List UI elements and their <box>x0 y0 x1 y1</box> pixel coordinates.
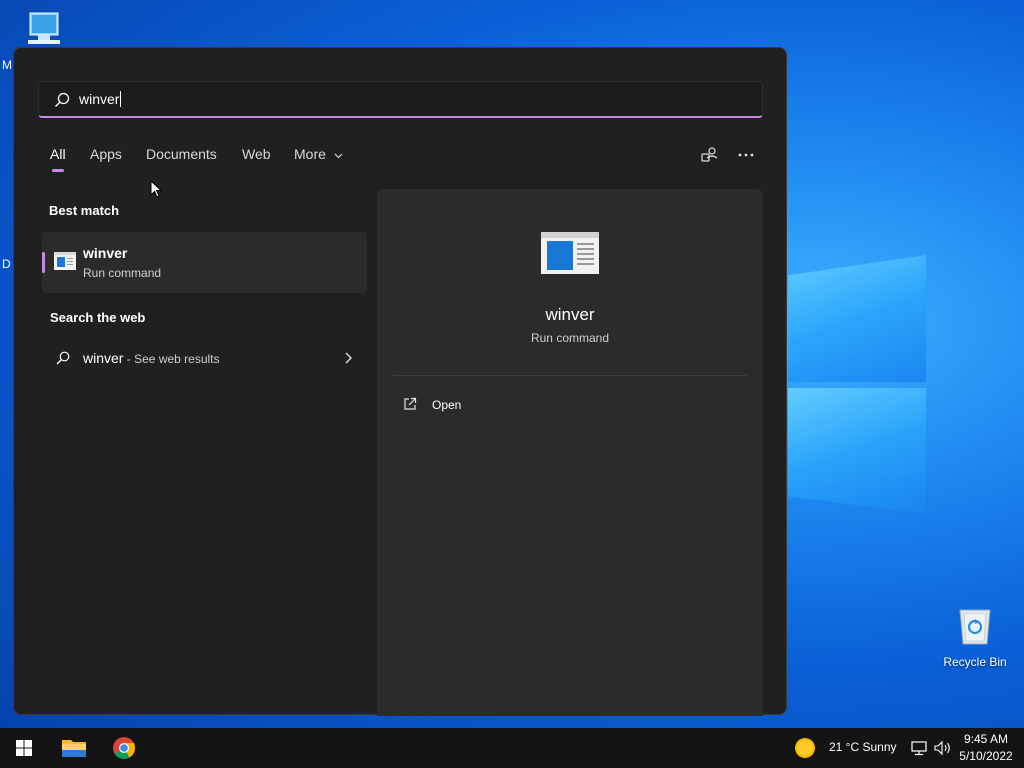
winver-app-icon-large <box>541 232 599 274</box>
open-external-icon <box>404 397 417 410</box>
tab-documents[interactable]: Documents <box>146 146 217 162</box>
detail-title: winver <box>545 305 595 324</box>
text-caret <box>120 91 122 107</box>
more-options-icon[interactable] <box>734 143 758 167</box>
clock-time: 9:45 AM <box>963 732 1009 746</box>
search-box[interactable]: winver <box>38 81 763 118</box>
search-panel: winver All Apps Documents Web More Best … <box>13 47 787 716</box>
taskbar: 21 °C Sunny 9:45 AM 5/10/2022 <box>0 728 1024 768</box>
desktop-icon-label-mid: D <box>2 257 11 271</box>
clock-date: 5/10/2022 <box>959 749 1013 763</box>
search-web-heading: Search the web <box>50 310 146 325</box>
recycle-bin-label: Recycle Bin <box>943 655 1007 669</box>
recycle-bin-desktop-icon[interactable]: Recycle Bin <box>940 600 1010 669</box>
windows-wallpaper-logo <box>788 255 928 517</box>
open-action-label: Open <box>432 398 462 412</box>
account-switch-icon[interactable] <box>698 143 722 167</box>
detail-divider <box>393 375 747 376</box>
desktop-icon-label-top: M <box>2 58 12 72</box>
network-icon[interactable] <box>910 740 928 756</box>
web-result-item[interactable]: winver - See web results <box>42 342 367 374</box>
weather-text[interactable]: 21 °C Sunny <box>829 740 897 754</box>
web-result-query: winver <box>83 350 124 366</box>
chrome-icon[interactable] <box>100 728 148 768</box>
chevron-right-icon <box>345 352 352 364</box>
recycle-bin-icon <box>959 609 991 645</box>
this-pc-desktop-icon[interactable] <box>20 10 62 52</box>
best-match-item[interactable]: winver Run command <box>42 232 367 293</box>
tab-more-label: More <box>294 146 326 162</box>
tab-more[interactable]: More <box>294 146 343 162</box>
best-match-subtitle: Run command <box>83 266 162 280</box>
detail-subtitle: Run command <box>530 331 610 345</box>
best-match-title: winver <box>83 245 128 261</box>
search-query: winver <box>79 91 120 107</box>
search-icon <box>55 92 70 107</box>
best-match-heading: Best match <box>49 203 120 218</box>
file-explorer-icon[interactable] <box>50 728 98 768</box>
selection-accent <box>42 252 45 273</box>
tab-apps[interactable]: Apps <box>90 146 122 162</box>
search-input[interactable]: winver <box>79 82 122 117</box>
start-windows-icon[interactable] <box>0 728 48 768</box>
volume-icon[interactable] <box>933 740 953 756</box>
weather-sun-icon[interactable] <box>794 737 816 759</box>
clock[interactable]: 9:45 AM 5/10/2022 <box>954 731 1018 765</box>
tab-all[interactable]: All <box>50 146 66 162</box>
search-icon <box>56 351 70 365</box>
web-result-suffix: - See web results <box>123 352 220 366</box>
mouse-pointer-icon <box>150 180 162 198</box>
detail-pane: winver Run command Open <box>377 189 763 716</box>
open-action[interactable]: Open <box>393 393 747 419</box>
chevron-down-icon <box>334 153 343 159</box>
active-tab-indicator <box>52 169 64 172</box>
tab-web[interactable]: Web <box>242 146 271 162</box>
winver-app-icon <box>54 252 76 270</box>
